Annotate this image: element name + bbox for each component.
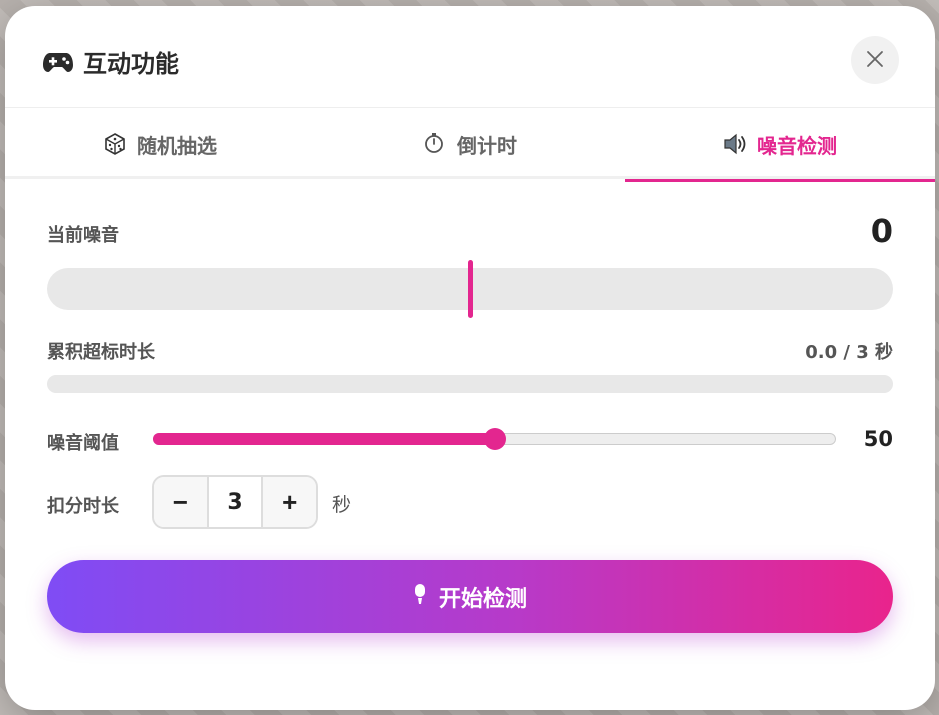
tab-noise-detection[interactable]: 噪音检测 [625,109,935,182]
dialog-header: 互动功能 [5,6,935,108]
close-icon [865,49,885,72]
stopwatch-icon [423,132,447,156]
threshold-marker [467,260,473,318]
tab-label: 噪音检测 [757,133,837,158]
start-detection-button[interactable]: 开始检测 [47,560,893,633]
interactive-features-dialog: 互动功能 随机抽选 倒计时 噪音检测 当前噪音 0 累积超标时长 0.0 / 3… [5,6,935,710]
tab-label: 倒计时 [457,133,517,158]
microphone-icon [413,583,427,611]
current-noise-label: 当前噪音 [47,225,119,246]
tab-label: 随机抽选 [137,133,217,158]
penalty-duration-value[interactable]: 3 [206,477,264,527]
increment-button[interactable]: + [263,477,316,527]
tab-countdown[interactable]: 倒计时 [315,109,625,179]
threshold-value: 50 [863,427,893,451]
dice-icon [103,132,127,156]
start-detection-label: 开始检测 [438,585,527,611]
penalty-unit: 秒 [332,494,352,516]
threshold-label: 噪音阈值 [47,433,119,454]
threshold-slider-fill [153,433,495,445]
dialog-title-group: 互动功能 [43,44,179,79]
dialog-title: 互动功能 [83,50,179,78]
accumulated-progress-bar [47,375,893,393]
close-button[interactable] [851,36,899,84]
accumulated-over-label: 累积超标时长 [47,342,155,363]
decrement-button[interactable]: − [154,477,207,527]
speaker-icon [723,132,747,156]
current-noise-value: 0 [870,212,893,250]
tab-random-pick[interactable]: 随机抽选 [5,109,315,179]
feature-tabs: 随机抽选 倒计时 噪音检测 [5,109,935,182]
penalty-duration-stepper: − 3 + [152,475,318,529]
penalty-duration-label: 扣分时长 [47,496,119,517]
threshold-slider-thumb[interactable] [483,428,506,450]
accumulated-over-value: 0.0 / 3 秒 [805,342,893,363]
gamepad-icon [43,51,73,73]
